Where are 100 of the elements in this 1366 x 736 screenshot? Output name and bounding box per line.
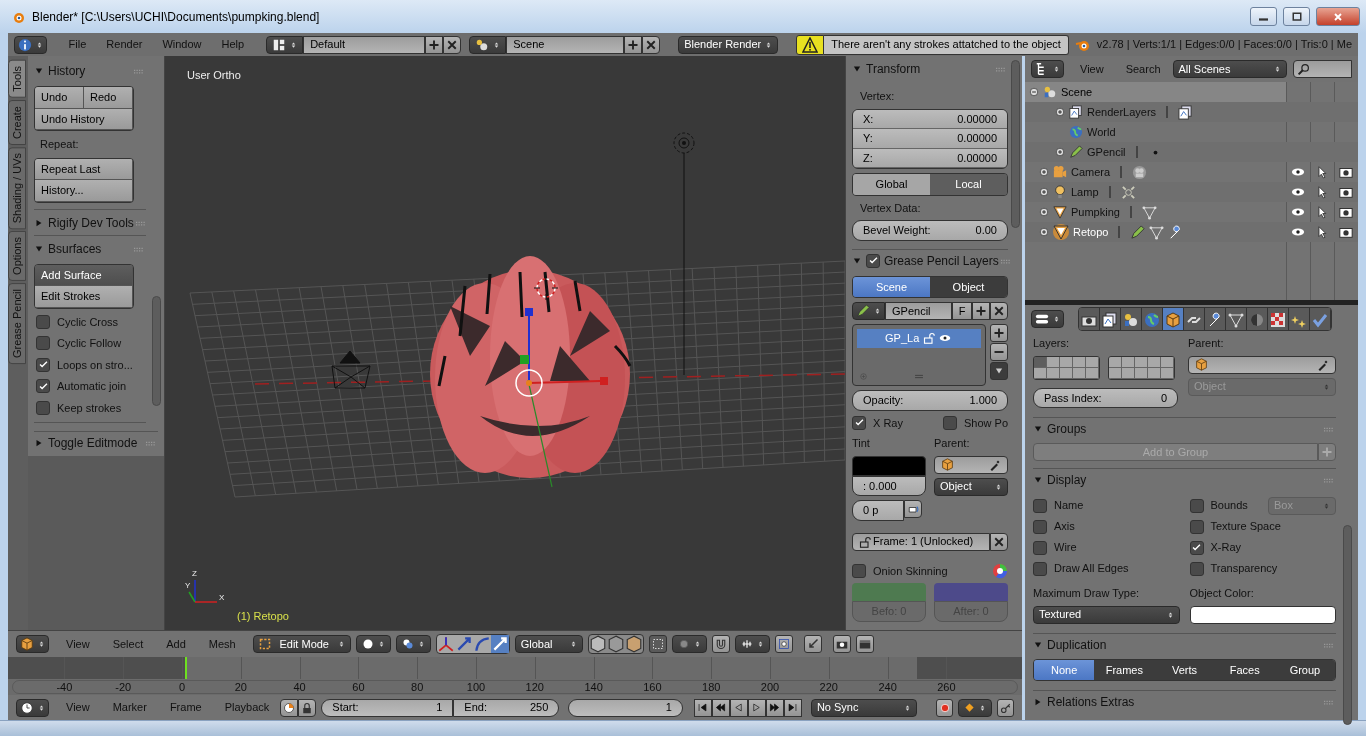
tool-button[interactable]: Undo History [35, 108, 133, 130]
pass-index-field[interactable]: Pass Index: 0 [1033, 387, 1178, 408]
panel-header[interactable]: Duplication [1033, 633, 1322, 656]
menu-item[interactable]: Search [1119, 60, 1167, 78]
coordinate-field[interactable]: X: 0.00000 [853, 109, 1007, 129]
thickness-field[interactable]: 0 p [852, 500, 904, 521]
outliner-row[interactable]: Retopo [1025, 222, 1358, 242]
panel-header[interactable]: Grease Pencil Layers [852, 249, 999, 272]
layer-row[interactable]: GP_La [857, 329, 981, 348]
active-object-label: (1) Retopo [237, 609, 289, 624]
panel-header[interactable]: Transform [852, 58, 994, 80]
window-title: Blender* [C:\Users\UCHI\Documents\pumpking.blend] [32, 8, 320, 26]
section-label: Vertex Data: [859, 200, 922, 216]
duplication-mode-tab[interactable]: None [1034, 659, 1095, 680]
draw-type-dropdown[interactable]: Textured [1033, 605, 1180, 624]
orientation-dropdown[interactable]: Global [514, 635, 583, 653]
axis-label: X [219, 593, 225, 602]
menu-item[interactable]: Add [160, 635, 192, 653]
panel-header[interactable]: History [34, 60, 132, 82]
end-frame-field[interactable]: End: 250 [453, 698, 560, 717]
tool-shelf-tab[interactable]: Create [8, 99, 26, 145]
display-mode-dropdown[interactable]: All Scenes [1172, 60, 1287, 78]
checkbox-label: Axis [1054, 519, 1075, 535]
menu-item[interactable]: Render [100, 36, 149, 53]
coordinate-field[interactable]: Z: 0.00000 [853, 148, 1007, 168]
tool-button[interactable]: Edit Strokes [35, 286, 133, 308]
outliner-row[interactable]: Camera [1025, 162, 1358, 182]
menu-item[interactable]: View [60, 699, 96, 716]
frame-number: 240 [878, 680, 897, 695]
current-frame-field[interactable]: 1 [568, 698, 683, 717]
panel-header[interactable]: Toggle Editmode [34, 432, 144, 454]
menu-item[interactable]: Help [215, 36, 251, 53]
outliner-row[interactable]: Lamp [1025, 182, 1358, 202]
source-tab[interactable]: Scene [853, 276, 930, 297]
tool-shelf-tab[interactable]: Grease Pencil [8, 282, 26, 365]
outliner-row[interactable]: GPencil [1025, 142, 1358, 162]
menu-item[interactable]: Marker [106, 699, 153, 716]
screen-layout-name-field[interactable]: Default [303, 35, 426, 54]
checkbox-label: Name [1054, 498, 1084, 514]
panel-header[interactable]: Bsurfaces [34, 237, 132, 260]
warning-message: There aren't any strokes attatched to the object [824, 34, 1069, 55]
checkbox-label: Transparency [1210, 561, 1278, 577]
tint-factor-field[interactable]: : 0.000 [852, 475, 926, 496]
checkbox-label: Bounds [1210, 498, 1248, 514]
frame-number: 0 [178, 680, 186, 695]
outliner-row[interactable]: RenderLayers [1025, 102, 1358, 122]
space-toggle[interactable]: Global [853, 174, 930, 195]
frame-number: 180 [702, 680, 721, 695]
outliner-row[interactable]: Pumpking [1025, 202, 1358, 222]
source-tab[interactable]: Object [930, 276, 1007, 297]
render-engine-dropdown[interactable]: Blender Render [678, 35, 779, 54]
duplication-mode-tab[interactable]: Frames [1094, 659, 1155, 680]
checkbox-label: Texture Space [1210, 519, 1281, 535]
tool-button[interactable]: Add Surface [35, 264, 133, 286]
panel-header[interactable]: Display [1033, 469, 1322, 491]
checkbox-label: Cyclic Follow [57, 336, 122, 351]
start-frame-field[interactable]: Start: 1 [321, 698, 454, 717]
menu-item[interactable]: Frame [163, 699, 208, 716]
tool-button[interactable]: Undo [35, 87, 84, 109]
coordinate-field[interactable]: Y: 0.00000 [853, 129, 1007, 149]
panel-header[interactable]: Rigify Dev Tools [34, 211, 134, 234]
bevel-weight-field[interactable]: Bevel Weight: 0.00 [852, 220, 1008, 241]
datablock-name-field[interactable]: GPencil [885, 302, 952, 320]
mode-dropdown[interactable]: Edit Mode [252, 635, 351, 653]
sync-dropdown[interactable]: No Sync [810, 698, 918, 717]
scene-name-field[interactable]: Scene [506, 35, 625, 54]
tool-shelf-tab[interactable]: Shading / UVs [8, 146, 26, 230]
checkbox-label: Automatic join [57, 379, 127, 394]
tool-button[interactable]: Repeat Last [35, 158, 133, 180]
space-toggle[interactable]: Local [930, 174, 1007, 195]
menu-item[interactable]: View [1074, 60, 1110, 78]
tool-shelf-tab[interactable]: Tools [8, 60, 26, 98]
frame-number: 120 [525, 680, 544, 695]
outliner-row[interactable]: World [1025, 122, 1358, 142]
outliner-item: GPencil [1087, 144, 1126, 160]
duplication-mode-tab[interactable]: Verts [1154, 659, 1215, 680]
checkbox-label: Loops on stro... [57, 357, 133, 373]
frame-lock-field[interactable]: Frame: 1 (Unlocked) [852, 532, 990, 551]
opacity-field[interactable]: Opacity: 1.000 [852, 390, 1008, 411]
menu-item[interactable]: Select [106, 635, 150, 653]
section-label: Repeat: [39, 137, 80, 152]
tool-button[interactable]: Redo [84, 87, 133, 109]
menu-item[interactable]: Window [156, 36, 208, 53]
axis-label: Z [192, 569, 197, 578]
panel-header[interactable]: Relations Extras [1033, 691, 1322, 713]
tool-button[interactable]: History... [35, 180, 133, 202]
duplication-mode-tab[interactable]: Faces [1214, 659, 1275, 680]
outliner-item: Lamp [1071, 184, 1099, 200]
menu-item[interactable]: Mesh [202, 635, 242, 653]
parent-type-dropdown[interactable]: Object [934, 477, 1008, 496]
duplication-mode-tab[interactable]: Group [1274, 659, 1335, 680]
menu-item[interactable]: Playback [218, 699, 276, 716]
tool-shelf-tab[interactable]: Options [8, 231, 26, 281]
outliner-item: Camera [1071, 164, 1111, 180]
outliner-item: Pumpking [1071, 204, 1120, 220]
panel-header[interactable]: Groups [1033, 418, 1322, 440]
checkbox-label: Cyclic Cross [57, 314, 119, 330]
menu-item[interactable]: File [62, 36, 93, 53]
fake-user-button[interactable]: F [952, 302, 972, 320]
menu-item[interactable]: View [60, 635, 96, 653]
